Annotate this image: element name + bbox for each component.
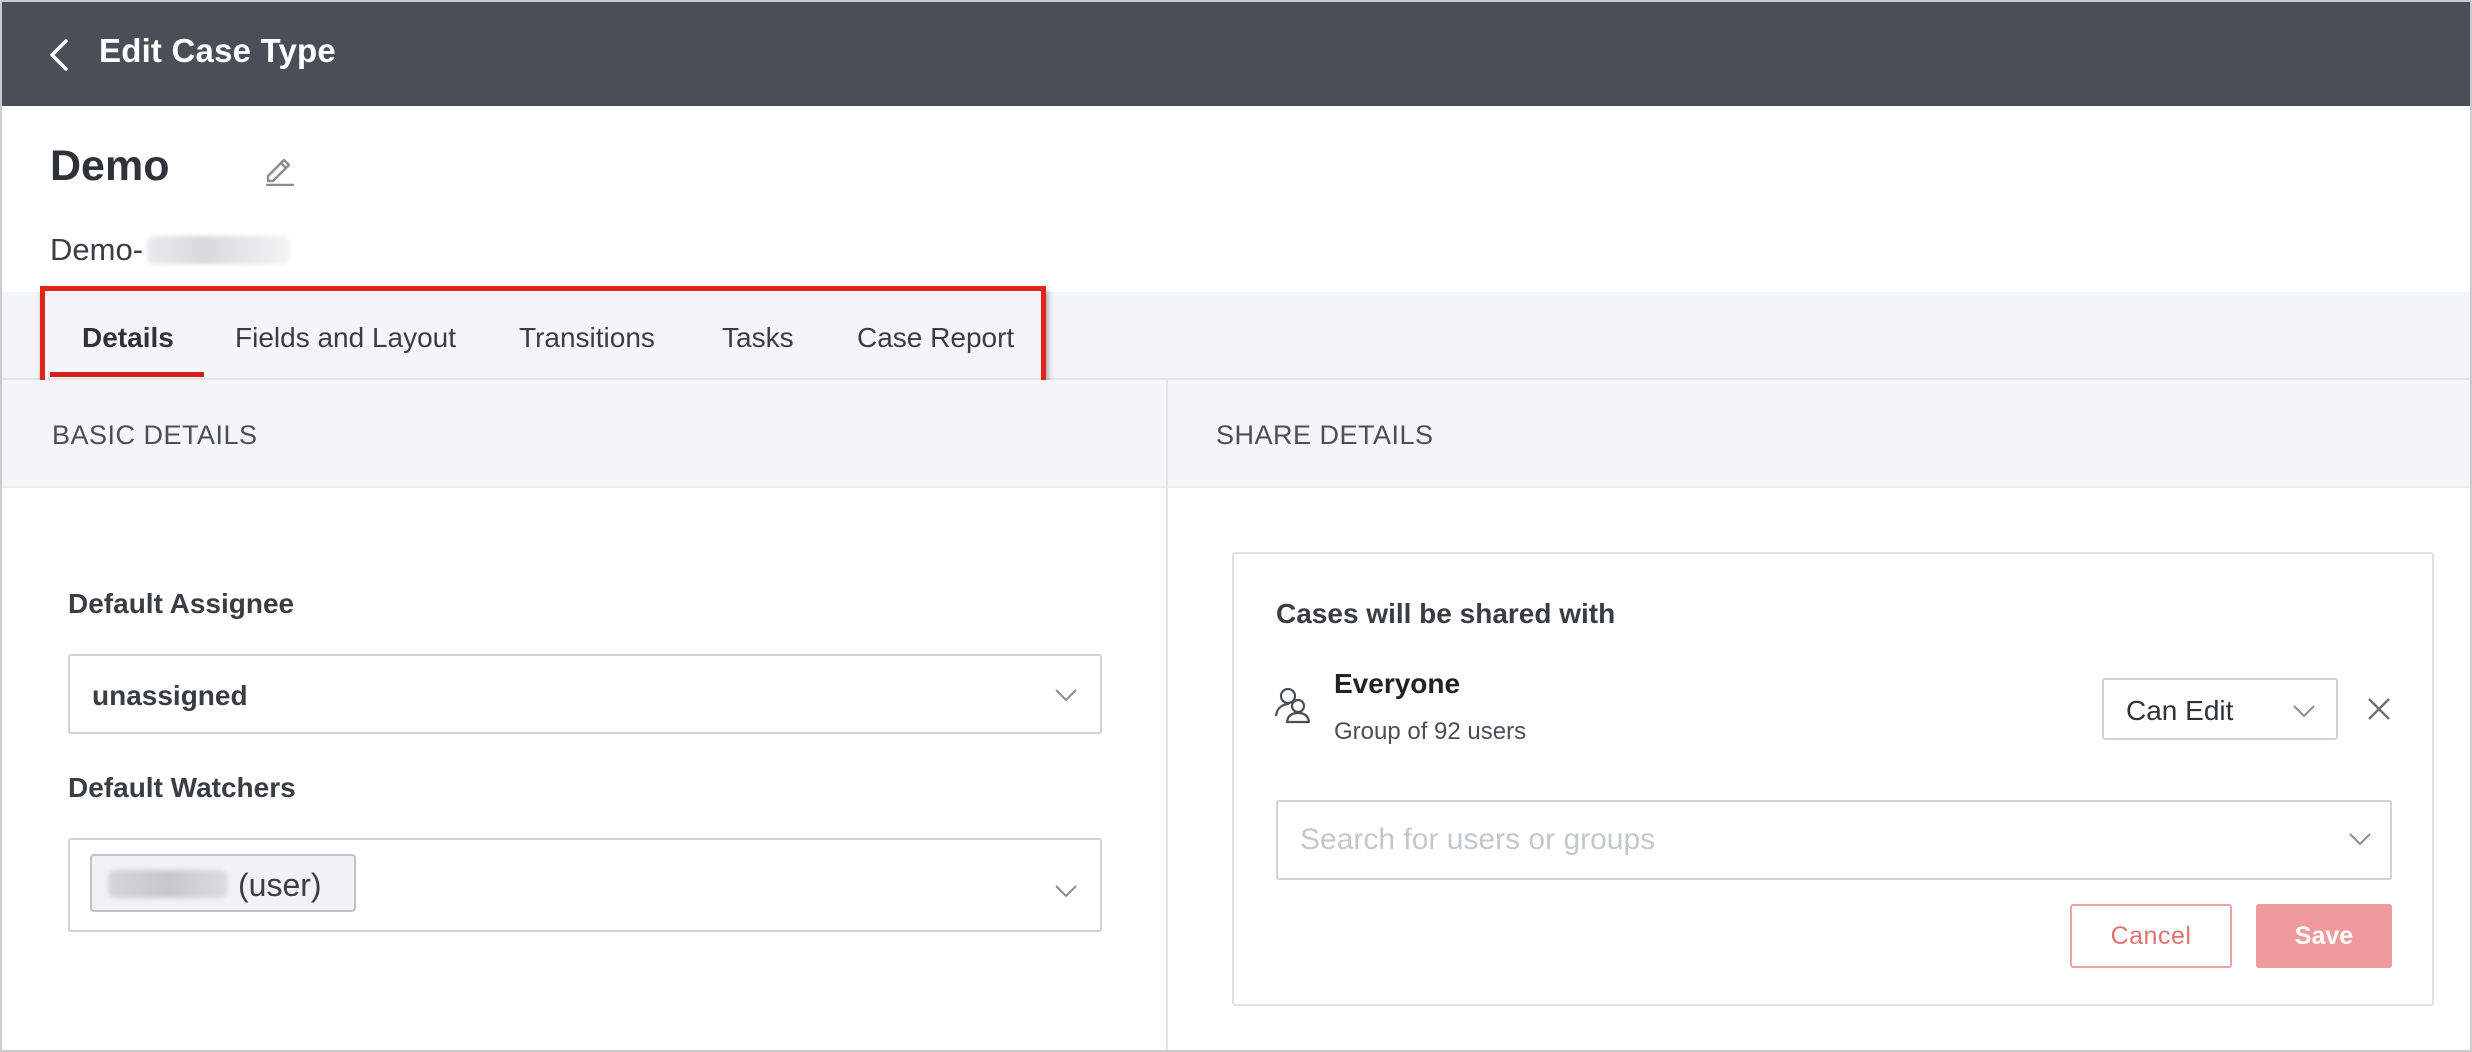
case-type-id: Demo- [50,232,290,268]
top-bar: Edit Case Type [2,2,2470,106]
save-button[interactable]: Save [2256,904,2392,968]
watcher-name-redacted [108,870,228,898]
basic-details-title: BASIC DETAILS [52,420,258,450]
default-watchers-label: Default Watchers [68,772,296,803]
case-type-name: Demo [50,142,170,190]
users-icon [1274,687,1311,724]
page-title: Edit Case Type [99,32,336,69]
pencil-icon[interactable] [262,150,296,186]
share-search-field[interactable] [1276,800,2392,880]
watcher-chip[interactable]: (user) [90,854,356,912]
chevron-down-icon [1055,885,1077,898]
chevron-down-icon [2293,705,2315,718]
permission-select[interactable]: Can Edit [2102,678,2338,740]
share-heading: Cases will be shared with [1276,598,1616,629]
tabs-highlight-annotation [40,286,1046,394]
case-id-redacted [147,236,290,264]
cancel-button[interactable]: Cancel [2070,904,2232,968]
share-entry-name: Everyone [1334,668,1461,699]
share-search-input[interactable] [1300,820,2300,860]
watcher-chip-suffix: (user) [238,867,322,903]
chevron-down-icon [1055,689,1077,702]
share-card: Cases will be shared with Everyone Group… [1232,552,2434,1006]
share-details-title: SHARE DETAILS [1216,420,1434,450]
default-watchers-select[interactable]: (user) [68,838,1102,932]
basic-details-header: BASIC DETAILS [2,380,1166,488]
default-assignee-select[interactable]: unassigned [68,654,1102,734]
case-id-prefix: Demo- [50,232,144,267]
default-assignee-label: Default Assignee [68,588,295,619]
close-icon[interactable] [2364,694,2394,724]
permission-value: Can Edit [2126,695,2234,726]
panel-divider [1166,380,1168,1050]
default-assignee-value: unassigned [92,680,248,711]
share-entry-subtitle: Group of 92 users [1334,718,1527,745]
chevron-left-icon[interactable] [46,38,74,72]
chevron-down-icon [2349,833,2371,846]
share-details-header: SHARE DETAILS [1168,380,2470,488]
